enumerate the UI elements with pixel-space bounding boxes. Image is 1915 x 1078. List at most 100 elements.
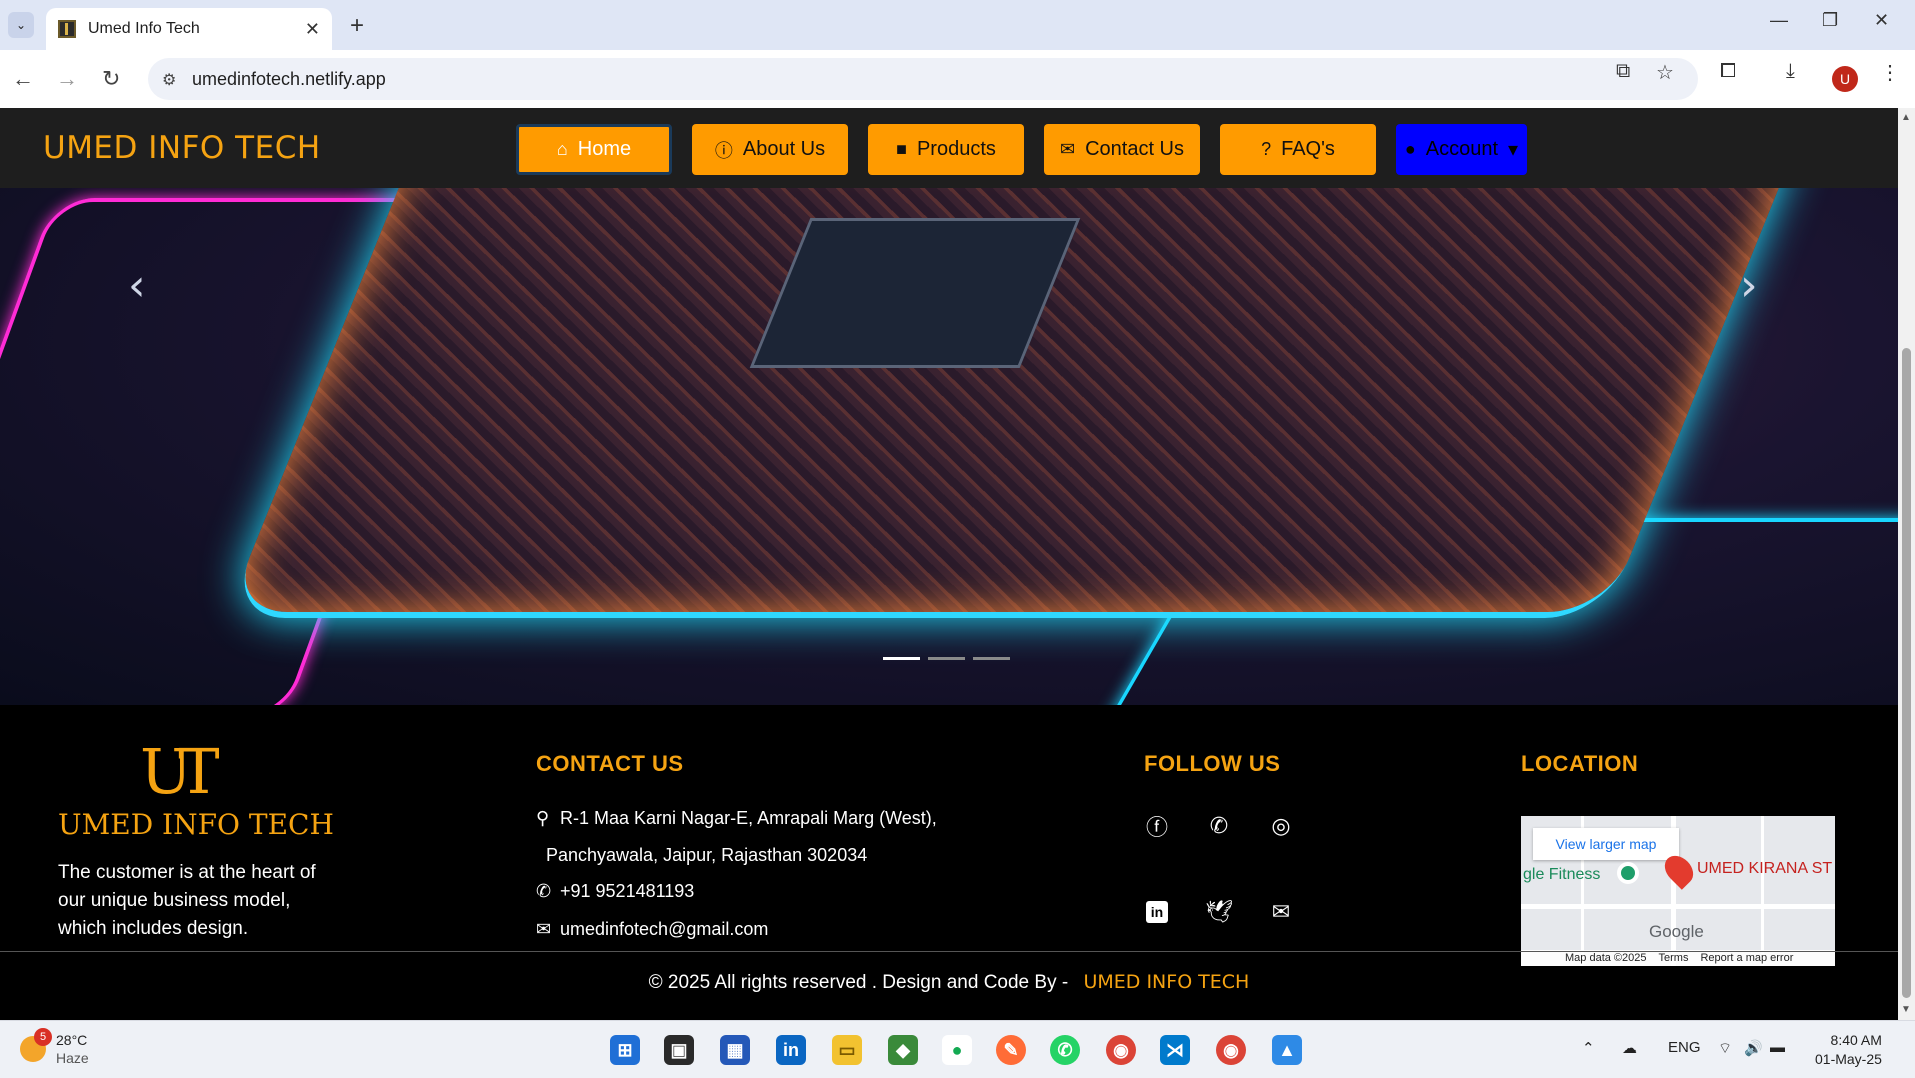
copyright-text: © 2025 All rights reserved . Design and … bbox=[648, 972, 1069, 993]
nav-faq-label: FAQ's bbox=[1281, 138, 1335, 160]
nav-contact-button[interactable]: ✉ Contact Us bbox=[1044, 124, 1200, 175]
envelope-icon: ✉ bbox=[536, 919, 552, 939]
site-info-icon[interactable]: ⚙ bbox=[162, 70, 176, 90]
facebook-icon[interactable]: ⓕ bbox=[1144, 813, 1170, 840]
address-line-2: Panchyawala, Jaipur, Rajasthan 302034 bbox=[546, 845, 868, 865]
address-text-1: R-1 Maa Karni Nagar-E, Amrapali Marg (We… bbox=[560, 808, 937, 828]
footer-tagline: The customer is at the heart of our uniq… bbox=[58, 862, 316, 939]
site-favicon-icon bbox=[58, 20, 76, 38]
carousel-prev-icon[interactable]: ‹ bbox=[128, 260, 146, 311]
restore-window-icon[interactable]: ❐ bbox=[1822, 10, 1838, 31]
email-link[interactable]: umedinfotech@gmail.com bbox=[560, 919, 768, 939]
microsoft-store-icon[interactable]: ▦ bbox=[720, 1035, 750, 1065]
tab-search-chevron-icon[interactable]: ⌄ bbox=[8, 12, 34, 38]
map-terms-link[interactable]: Terms bbox=[1659, 952, 1689, 964]
twitter-icon[interactable]: 🕊 bbox=[1205, 899, 1233, 925]
email-icon[interactable]: ✉ bbox=[1268, 899, 1294, 925]
info-icon: ⓘ bbox=[714, 140, 733, 161]
instagram-icon[interactable]: ◎ bbox=[1268, 813, 1294, 839]
close-window-icon[interactable]: ✕ bbox=[1874, 10, 1889, 31]
copyright-brand: UMED INFO TECH bbox=[1083, 971, 1250, 993]
copyright-line: © 2025 All rights reserved . Design and … bbox=[0, 971, 1898, 994]
clock-date: 01-May-25 bbox=[1815, 1051, 1882, 1067]
site-brand-logo[interactable]: UMED INFO TECH bbox=[43, 130, 321, 166]
reload-icon[interactable]: ↻ bbox=[102, 66, 120, 92]
map-pin-icon: ⚲ bbox=[536, 808, 550, 828]
bookmark-star-icon[interactable]: ☆ bbox=[1656, 60, 1674, 85]
back-arrow-icon[interactable]: ← bbox=[12, 66, 34, 92]
browser-tab-active[interactable]: Umed Info Tech ✕ bbox=[46, 8, 332, 50]
home-icon: ⌂ bbox=[556, 139, 568, 159]
page-scrollbar[interactable]: ▲ ▼ bbox=[1898, 108, 1915, 1020]
map-pin-green-icon[interactable] bbox=[1617, 862, 1639, 884]
windows-start-icon[interactable]: ⊞ bbox=[610, 1035, 640, 1065]
question-icon: ? bbox=[1261, 139, 1272, 159]
scrollbar-thumb[interactable] bbox=[1902, 348, 1911, 998]
app-diamond-icon[interactable]: ◆ bbox=[888, 1035, 918, 1065]
chrome-profile-icon[interactable]: ◉ bbox=[1216, 1035, 1246, 1065]
photos-icon[interactable]: ▲ bbox=[1272, 1035, 1302, 1065]
profile-avatar[interactable]: U bbox=[1832, 66, 1858, 92]
new-tab-plus-icon[interactable]: + bbox=[350, 12, 364, 40]
minimize-icon[interactable]: — bbox=[1770, 10, 1788, 31]
weather-temp: 28°C bbox=[56, 1032, 88, 1048]
volume-icon[interactable]: 🔊 bbox=[1744, 1039, 1763, 1057]
briefcase-icon: ■ bbox=[896, 139, 907, 159]
task-view-icon[interactable]: ▣ bbox=[664, 1035, 694, 1065]
tray-chevron-up-icon[interactable]: ⌃ bbox=[1582, 1039, 1595, 1057]
hero-carousel: ‹ › bbox=[0, 188, 1898, 705]
carousel-indicator[interactable] bbox=[928, 657, 965, 660]
chrome-menu-icon[interactable]: ⋮ bbox=[1880, 60, 1900, 85]
mongodb-icon[interactable]: ● bbox=[942, 1035, 972, 1065]
linkedin-app-icon[interactable]: in bbox=[776, 1035, 806, 1065]
carousel-indicator[interactable] bbox=[973, 657, 1010, 660]
nav-account-dropdown[interactable]: ● Account ▾ bbox=[1396, 124, 1527, 175]
web-page: UMED INFO TECH ⌂ Home ⓘ About Us ■ Produ… bbox=[0, 108, 1898, 1020]
install-app-icon[interactable]: ⧉ bbox=[1616, 60, 1630, 83]
nav-home-button[interactable]: ⌂ Home bbox=[516, 124, 672, 175]
downloads-icon[interactable]: ⤓ bbox=[1786, 60, 1795, 83]
nav-account-label: Account bbox=[1425, 138, 1499, 160]
forward-arrow-icon[interactable]: → bbox=[56, 66, 78, 92]
nav-about-label: About Us bbox=[742, 138, 826, 160]
scroll-up-icon[interactable]: ▲ bbox=[1901, 112, 1911, 123]
language-indicator[interactable]: ENG bbox=[1668, 1039, 1701, 1056]
phone-text[interactable]: +91 9521481193 bbox=[560, 881, 694, 901]
tab-title: Umed Info Tech bbox=[88, 20, 200, 37]
address-bar[interactable]: ⚙ umedinfotech.netlify.app bbox=[148, 58, 1698, 100]
linkedin-icon[interactable]: in bbox=[1146, 901, 1168, 923]
email-line: ✉ umedinfotech@gmail.com bbox=[536, 919, 768, 940]
nav-products-button[interactable]: ■ Products bbox=[868, 124, 1024, 175]
url-text[interactable]: umedinfotech.netlify.app bbox=[192, 69, 386, 90]
footer-logo-mark: UT bbox=[140, 735, 220, 808]
nav-about-button[interactable]: ⓘ About Us bbox=[692, 124, 848, 175]
carousel-next-icon[interactable]: › bbox=[1740, 260, 1758, 311]
tab-close-icon[interactable]: ✕ bbox=[305, 19, 320, 40]
map-report-link[interactable]: Report a map error bbox=[1700, 952, 1793, 964]
whatsapp-icon[interactable]: ✆ bbox=[1206, 813, 1232, 839]
envelope-icon: ✉ bbox=[1059, 139, 1076, 159]
nav-faq-button[interactable]: ? FAQ's bbox=[1220, 124, 1376, 175]
whatsapp-app-icon[interactable]: ✆ bbox=[1050, 1035, 1080, 1065]
carousel-indicator[interactable] bbox=[883, 657, 920, 660]
battery-icon[interactable]: ▬ bbox=[1770, 1039, 1785, 1056]
scroll-down-icon[interactable]: ▼ bbox=[1901, 1004, 1911, 1015]
location-heading: LOCATION bbox=[1521, 751, 1639, 776]
view-larger-map-link[interactable]: View larger map bbox=[1533, 828, 1679, 860]
weather-widget[interactable]: 5 28°C Haze bbox=[20, 1028, 89, 1067]
vscode-icon[interactable]: ⋊ bbox=[1160, 1035, 1190, 1065]
system-clock[interactable]: 8:40 AM 01-May-25 bbox=[1815, 1031, 1882, 1069]
chrome-icon[interactable]: ◉ bbox=[1106, 1035, 1136, 1065]
phone-icon: ✆ bbox=[536, 881, 552, 901]
embedded-google-map[interactable]: View larger map gle Fitness UMED KIRANA … bbox=[1521, 816, 1835, 966]
postman-icon[interactable]: ✎ bbox=[996, 1035, 1026, 1065]
footer-logo-text: UMED INFO TECH bbox=[58, 808, 334, 841]
browser-tab-bar: ⌄ Umed Info Tech ✕ + — ❐ ✕ bbox=[0, 0, 1915, 50]
onedrive-cloud-icon[interactable]: ☁ bbox=[1622, 1039, 1637, 1057]
wifi-icon[interactable]: ⌔ bbox=[1718, 1039, 1732, 1058]
follow-heading: FOLLOW US bbox=[1144, 751, 1281, 776]
phone-line: ✆ +91 9521481193 bbox=[536, 881, 694, 902]
extensions-icon[interactable]: ⧠ bbox=[1720, 60, 1736, 83]
file-explorer-icon[interactable]: ▭ bbox=[832, 1035, 862, 1065]
map-road bbox=[1521, 904, 1835, 909]
